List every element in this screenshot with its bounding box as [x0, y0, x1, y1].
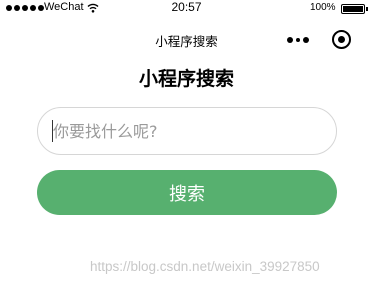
more-dots-icon[interactable]: [287, 37, 309, 43]
status-bar: WeChat 20:57 100%: [0, 0, 373, 18]
nav-title: 小程序搜索: [155, 34, 218, 49]
page-title: 小程序搜索: [138, 68, 234, 90]
text-caret: [52, 120, 53, 142]
battery-percent: 100%: [310, 2, 336, 13]
close-circle-icon[interactable]: [332, 30, 351, 49]
battery-icon: [341, 4, 368, 14]
watermark: https://blog.csdn.net/weixin_39927850: [90, 259, 320, 274]
search-button[interactable]: 搜索: [37, 170, 337, 215]
nav-bar: 小程序搜索: [0, 18, 373, 60]
search-input[interactable]: [37, 107, 337, 155]
